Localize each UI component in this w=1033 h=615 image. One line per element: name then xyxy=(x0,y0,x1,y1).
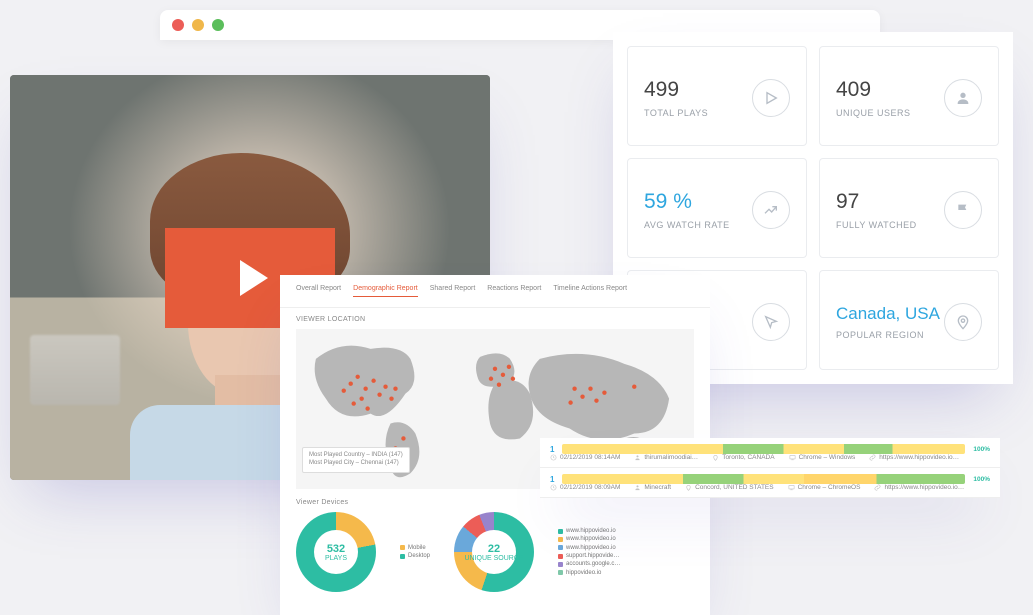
user: Minecraft xyxy=(634,484,671,491)
tab-shared-report[interactable]: Shared Report xyxy=(430,285,476,297)
stat-value: 59 % xyxy=(644,190,730,214)
viewer-location-title: VIEWER LOCATION xyxy=(280,316,710,323)
timeline-panel: 1 100% 02/12/2019 08:14AM thirumalimoodi… xyxy=(540,438,1000,498)
viewer-devices-title: Viewer Devices xyxy=(280,499,710,506)
stat-label: UNIQUE USERS xyxy=(836,108,911,118)
stat-value: 97 xyxy=(836,190,917,214)
stat-label: FULLY WATCHED xyxy=(836,220,917,230)
stat-card-fully-watched[interactable]: 97 FULLY WATCHED xyxy=(819,158,999,258)
browser: Chrome – Windows xyxy=(789,454,856,461)
user-icon xyxy=(944,79,982,117)
traffic-light-zoom-icon[interactable] xyxy=(212,19,224,31)
tab-timeline-actions-report[interactable]: Timeline Actions Report xyxy=(553,285,627,297)
map-tooltip: Most Played Country – INDIA (147) Most P… xyxy=(302,447,410,473)
tab-demographic-report[interactable]: Demographic Report xyxy=(353,285,418,297)
stat-label: POPULAR REGION xyxy=(836,330,940,340)
stat-card-avg-watch-rate[interactable]: 59 % AVG WATCH RATE xyxy=(627,158,807,258)
user: thirumalimoodiai… xyxy=(634,454,698,461)
plays-donut-legend: Mobile Desktop xyxy=(400,544,430,561)
tab-reactions-report[interactable]: Reactions Report xyxy=(487,285,541,297)
sources-donut-value: 22 xyxy=(488,543,500,555)
stat-card-unique-users[interactable]: 409 UNIQUE USERS xyxy=(819,46,999,146)
timestamp: 02/12/2019 08:14AM xyxy=(550,454,620,461)
sources-donut-label: UNIQUE SOURCE xyxy=(464,555,523,562)
source: https://www.hippovideo.io… xyxy=(869,454,959,461)
stat-value: Canada, USA xyxy=(836,304,940,324)
plays-donut-label: PLAYS xyxy=(325,555,347,562)
stat-value: 499 xyxy=(644,78,708,102)
watch-progress-bar xyxy=(562,444,965,454)
viewer-devices-row: 532 PLAYS Mobile Desktop 22 UNIQUE SOURC… xyxy=(280,506,710,592)
stat-label: AVG WATCH RATE xyxy=(644,220,730,230)
source: https://www.hippovideo.io… xyxy=(874,484,964,491)
sources-donut-chart[interactable]: 22 UNIQUE SOURCE xyxy=(454,512,534,592)
plays-donut-chart[interactable]: 532 PLAYS xyxy=(296,512,376,592)
report-tabs: Overall Report Demographic Report Shared… xyxy=(280,275,710,308)
plays-donut-value: 532 xyxy=(327,543,345,555)
watch-percent: 100% xyxy=(973,446,990,453)
flag-icon xyxy=(944,191,982,229)
tab-overall-report[interactable]: Overall Report xyxy=(296,285,341,297)
trend-up-icon xyxy=(752,191,790,229)
sources-donut-legend: www.hippovideo.io www.hippovideo.io www.… xyxy=(558,527,620,577)
stat-label: TOTAL PLAYS xyxy=(644,108,708,118)
timeline-index: 1 xyxy=(550,475,554,484)
map-tooltip-line: Most Played City – Chennai (147) xyxy=(309,460,403,468)
timeline-row[interactable]: 1 100% 02/12/2019 08:14AM thirumalimoodi… xyxy=(540,438,1000,468)
timeline-index: 1 xyxy=(550,445,554,454)
stat-card-popular-region[interactable]: Canada, USA POPULAR REGION xyxy=(819,270,999,370)
watch-percent: 100% xyxy=(973,476,990,483)
traffic-light-close-icon[interactable] xyxy=(172,19,184,31)
location-pin-icon xyxy=(944,303,982,341)
browser: Chrome – ChromeOS xyxy=(788,484,861,491)
watch-progress-bar xyxy=(562,474,965,484)
traffic-light-minimize-icon[interactable] xyxy=(192,19,204,31)
map-tooltip-line: Most Played Country – INDIA (147) xyxy=(309,452,403,460)
location: Concord, UNITED STATES xyxy=(685,484,774,491)
timestamp: 02/12/2019 08:09AM xyxy=(550,484,620,491)
cursor-icon xyxy=(752,303,790,341)
stat-card-total-plays[interactable]: 499 TOTAL PLAYS xyxy=(627,46,807,146)
stat-value: 409 xyxy=(836,78,911,102)
play-icon xyxy=(752,79,790,117)
location: Toronto, CANADA xyxy=(712,454,774,461)
timeline-row[interactable]: 1 100% 02/12/2019 08:09AM Minecraft Conc… xyxy=(540,468,1000,498)
